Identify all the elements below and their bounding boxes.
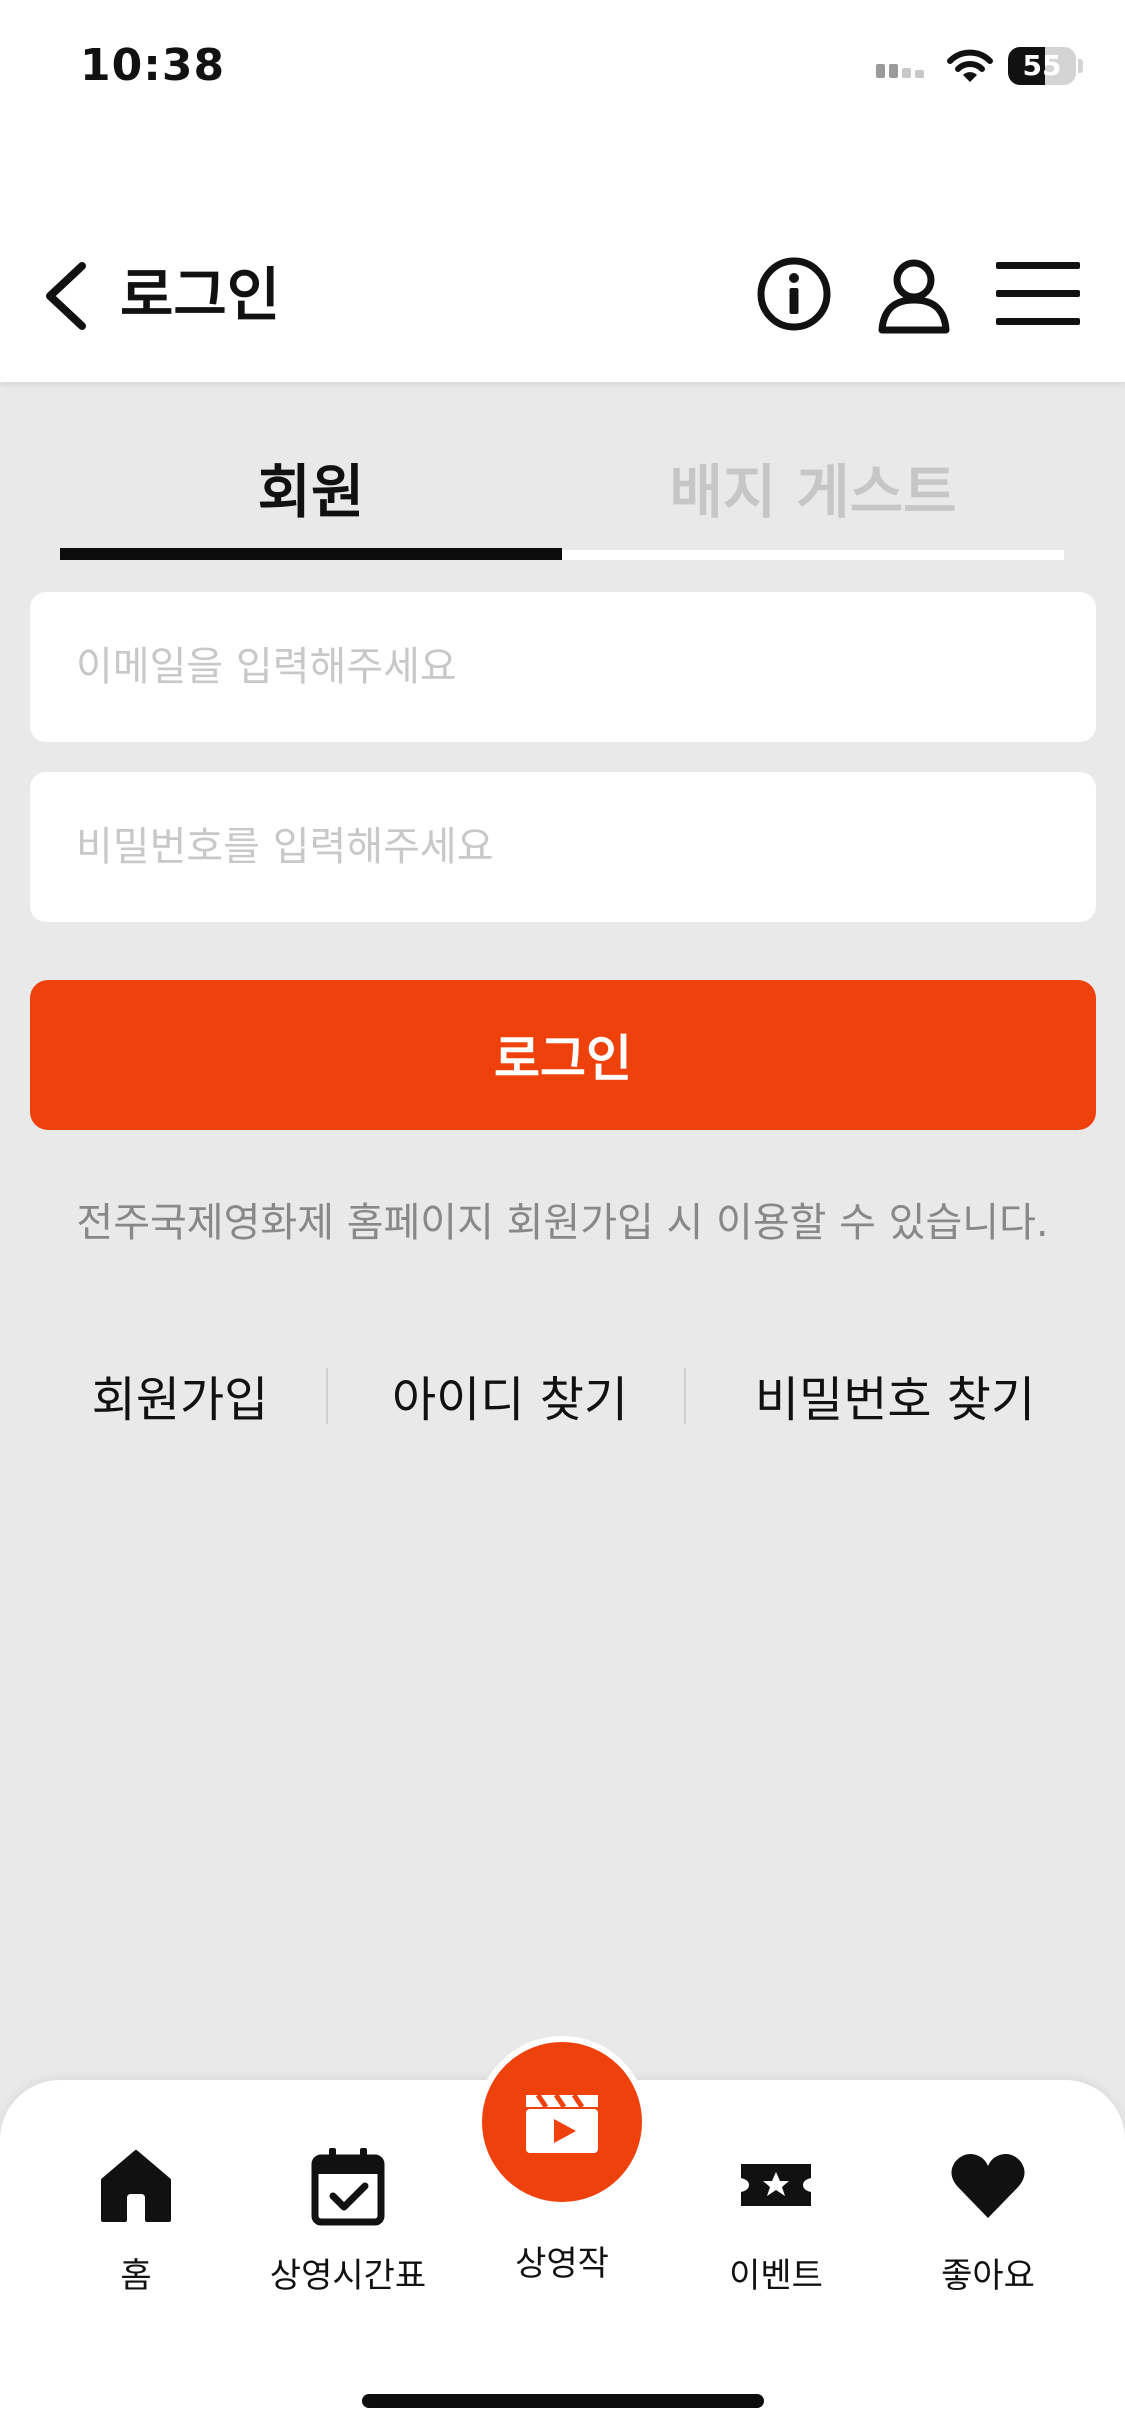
find-id-link[interactable]: 아이디 찾기 — [360, 1360, 660, 1430]
email-input[interactable] — [30, 592, 1096, 742]
signup-notice: 전주국제영화제 홈페이지 회원가입 시 이용할 수 있습니다. — [76, 1200, 1049, 1246]
home-indicator — [362, 2394, 764, 2408]
battery-level: 55 — [1022, 49, 1062, 82]
ticket-star-icon — [741, 2164, 811, 2206]
info-icon[interactable] — [754, 254, 834, 334]
calendar-check-icon — [311, 2148, 385, 2226]
nav-label: 좋아요 — [941, 2256, 1035, 2296]
nav-event[interactable]: 이벤트 — [676, 2140, 876, 2297]
menu-icon[interactable] — [994, 254, 1082, 334]
signup-link[interactable]: 회원가입 — [60, 1360, 300, 1430]
nav-label-films[interactable]: 상영작 — [462, 2236, 662, 2285]
battery-indicator: 55 — [1008, 47, 1076, 85]
tab-badge-guest[interactable]: 배지 게스트 — [562, 445, 1064, 529]
tab-active-indicator — [60, 548, 562, 560]
back-icon[interactable] — [38, 258, 94, 334]
top-bar: 10:38 55 로그인 — [0, 0, 1125, 382]
page-title: 로그인 — [120, 261, 281, 329]
tab-member[interactable]: 회원 — [60, 445, 562, 529]
nav-label: 상영시간표 — [269, 2256, 427, 2296]
find-password-link[interactable]: 비밀번호 찾기 — [720, 1360, 1070, 1430]
home-icon — [101, 2150, 171, 2222]
nav-films-button[interactable] — [476, 2036, 648, 2208]
status-indicators: 55 — [876, 44, 1083, 88]
cellular-signal-icon — [876, 64, 924, 78]
link-divider — [684, 1368, 686, 1424]
nav-home[interactable]: 홈 — [36, 2140, 236, 2297]
password-input[interactable] — [30, 772, 1096, 922]
nav-label: 홈 — [120, 2256, 152, 2296]
link-divider — [326, 1368, 328, 1424]
battery-cap — [1078, 59, 1083, 73]
login-button[interactable]: 로그인 — [30, 980, 1096, 1130]
status-time: 10:38 — [80, 40, 226, 91]
wifi-icon — [947, 49, 993, 82]
clapperboard-icon — [526, 2093, 598, 2153]
account-links: 회원가입 아이디 찾기 비밀번호 찾기 — [0, 1360, 1125, 1440]
user-icon[interactable] — [874, 254, 954, 334]
heart-icon — [951, 2154, 1025, 2218]
nav-schedule[interactable]: 상영시간표 — [248, 2140, 448, 2297]
nav-label: 이벤트 — [729, 2256, 823, 2296]
nav-likes[interactable]: 좋아요 — [888, 2140, 1088, 2297]
